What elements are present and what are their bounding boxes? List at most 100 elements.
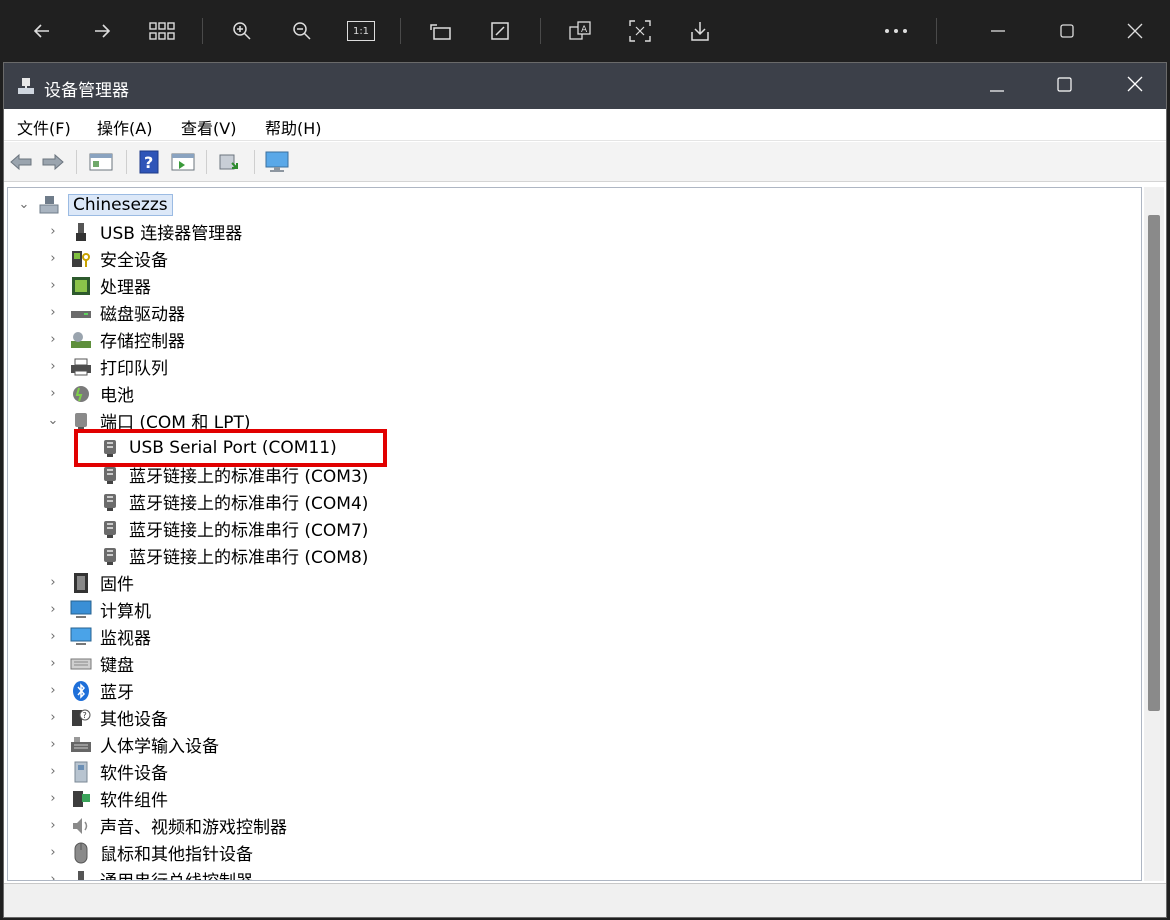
- category-hid[interactable]: 人体学输入设备: [70, 731, 219, 758]
- menu-help[interactable]: 帮助(H): [265, 115, 322, 139]
- chevron-right-icon[interactable]: ›: [46, 684, 60, 698]
- chevron-right-icon[interactable]: ›: [46, 387, 60, 401]
- port-bluetooth-com7[interactable]: 蓝牙链接上的标准串行 (COM7): [99, 515, 368, 542]
- port-bluetooth-com4[interactable]: 蓝牙链接上的标准串行 (COM4): [99, 488, 368, 515]
- close-icon[interactable]: [1117, 14, 1153, 48]
- category-battery[interactable]: 电池: [70, 380, 134, 407]
- menu-file[interactable]: 文件(F): [17, 115, 71, 139]
- chevron-down-icon[interactable]: ⌄: [17, 198, 31, 212]
- category-usb-controllers[interactable]: 通用串行总线控制器: [70, 866, 253, 880]
- tree-root[interactable]: Chinesezzs: [38, 191, 173, 218]
- category-bluetooth[interactable]: 蓝牙: [70, 677, 134, 704]
- chevron-right-icon[interactable]: ›: [46, 333, 60, 347]
- zoom-in-icon[interactable]: [224, 14, 260, 48]
- category-software-devices[interactable]: 软件设备: [70, 758, 168, 785]
- chevron-right-icon[interactable]: ›: [46, 252, 60, 266]
- save-icon[interactable]: [682, 14, 718, 48]
- separator: [206, 150, 207, 174]
- tree-item-label: 软件设备: [100, 764, 168, 784]
- tree-item-label: 人体学输入设备: [100, 737, 219, 757]
- window-minimize-button[interactable]: [962, 63, 1032, 109]
- category-firmware[interactable]: 固件: [70, 569, 134, 596]
- separator: [254, 150, 255, 174]
- category-usb-connector[interactable]: USB 连接器管理器: [70, 218, 242, 245]
- separator: [126, 150, 127, 174]
- monitor-icon[interactable]: [264, 149, 290, 175]
- category-computer[interactable]: 计算机: [70, 596, 151, 623]
- edit-icon[interactable]: [482, 14, 518, 48]
- tree-item-label: 键盘: [100, 656, 134, 676]
- category-keyboards[interactable]: 键盘: [70, 650, 134, 677]
- chevron-right-icon[interactable]: ›: [46, 711, 60, 725]
- device-tree[interactable]: ⌄ Chinesezzs › USB 连接器管理器 › 安全设备 › 处理器 ›…: [7, 187, 1142, 881]
- chevron-right-icon[interactable]: ›: [46, 603, 60, 617]
- category-monitors[interactable]: 监视器: [70, 623, 151, 650]
- rotate-icon[interactable]: [422, 14, 458, 48]
- chevron-right-icon[interactable]: ›: [46, 657, 60, 671]
- properties-icon[interactable]: [88, 149, 114, 175]
- chevron-right-icon[interactable]: ›: [46, 306, 60, 320]
- window-maximize-button[interactable]: [1029, 63, 1099, 109]
- title-bar[interactable]: 设备管理器: [4, 63, 1166, 109]
- maximize-icon[interactable]: [1049, 14, 1085, 48]
- vertical-scrollbar[interactable]: [1144, 187, 1164, 881]
- chevron-right-icon[interactable]: ›: [46, 873, 60, 881]
- chevron-right-icon[interactable]: ›: [46, 846, 60, 860]
- scan-hardware-icon[interactable]: [216, 149, 242, 175]
- translate-icon[interactable]: A: [562, 14, 598, 48]
- tree-item-label: 蓝牙: [100, 683, 134, 703]
- category-security[interactable]: 安全设备: [70, 245, 168, 272]
- separator: [76, 150, 77, 174]
- window-close-button[interactable]: [1100, 63, 1170, 109]
- battery-icon: [70, 383, 92, 405]
- chevron-right-icon[interactable]: ›: [46, 225, 60, 239]
- chevron-right-icon[interactable]: ›: [46, 576, 60, 590]
- actual-size-icon[interactable]: 1:1: [344, 14, 378, 48]
- tree-item-label: 其他设备: [100, 710, 168, 730]
- category-other-devices[interactable]: ? 其他设备: [70, 704, 168, 731]
- window-title: 设备管理器: [44, 81, 129, 101]
- tree-item-label: 蓝牙链接上的标准串行 (COM4): [129, 494, 369, 514]
- chevron-right-icon[interactable]: ›: [46, 738, 60, 752]
- category-audio[interactable]: 声音、视频和游戏控制器: [70, 812, 287, 839]
- chevron-right-icon[interactable]: ›: [46, 792, 60, 806]
- chevron-right-icon[interactable]: ›: [46, 360, 60, 374]
- category-disk-drives[interactable]: 磁盘驱动器: [70, 299, 185, 326]
- zoom-out-icon[interactable]: [284, 14, 320, 48]
- tree-item-label: 处理器: [100, 278, 151, 298]
- svg-text:A: A: [581, 25, 588, 35]
- minimize-icon[interactable]: [980, 14, 1016, 48]
- software-component-icon: [70, 788, 92, 810]
- usb-controller-icon: [70, 869, 92, 880]
- category-software-components[interactable]: 软件组件: [70, 785, 168, 812]
- ocr-icon[interactable]: [622, 14, 658, 48]
- status-bar: [4, 883, 1166, 917]
- forward-arrow-icon[interactable]: [84, 14, 120, 48]
- chevron-right-icon[interactable]: ›: [46, 279, 60, 293]
- chevron-down-icon[interactable]: ⌄: [46, 414, 60, 428]
- port-bluetooth-com8[interactable]: 蓝牙链接上的标准串行 (COM8): [99, 542, 368, 569]
- scrollbar-thumb[interactable]: [1148, 215, 1160, 711]
- back-arrow-icon[interactable]: [24, 14, 60, 48]
- grid-icon[interactable]: [144, 14, 180, 48]
- tree-item-label: 软件组件: [100, 791, 168, 811]
- forward-icon[interactable]: [40, 149, 66, 175]
- help-icon[interactable]: ?: [136, 149, 162, 175]
- category-processor[interactable]: 处理器: [70, 272, 151, 299]
- serial-port-icon: [99, 491, 121, 513]
- category-print-queues[interactable]: 打印队列: [70, 353, 168, 380]
- storage-controller-icon: [70, 329, 92, 351]
- chevron-right-icon[interactable]: ›: [46, 630, 60, 644]
- category-mice[interactable]: 鼠标和其他指针设备: [70, 839, 253, 866]
- tree-item-label: 声音、视频和游戏控制器: [100, 818, 287, 838]
- more-icon[interactable]: [878, 14, 914, 48]
- back-icon[interactable]: [8, 149, 34, 175]
- update-driver-icon[interactable]: [170, 149, 196, 175]
- hid-icon: [70, 734, 92, 756]
- computer-icon: [70, 599, 92, 621]
- menu-action[interactable]: 操作(A): [97, 115, 152, 139]
- category-storage-controllers[interactable]: 存储控制器: [70, 326, 185, 353]
- chevron-right-icon[interactable]: ›: [46, 765, 60, 779]
- chevron-right-icon[interactable]: ›: [46, 819, 60, 833]
- menu-view[interactable]: 查看(V): [181, 115, 236, 139]
